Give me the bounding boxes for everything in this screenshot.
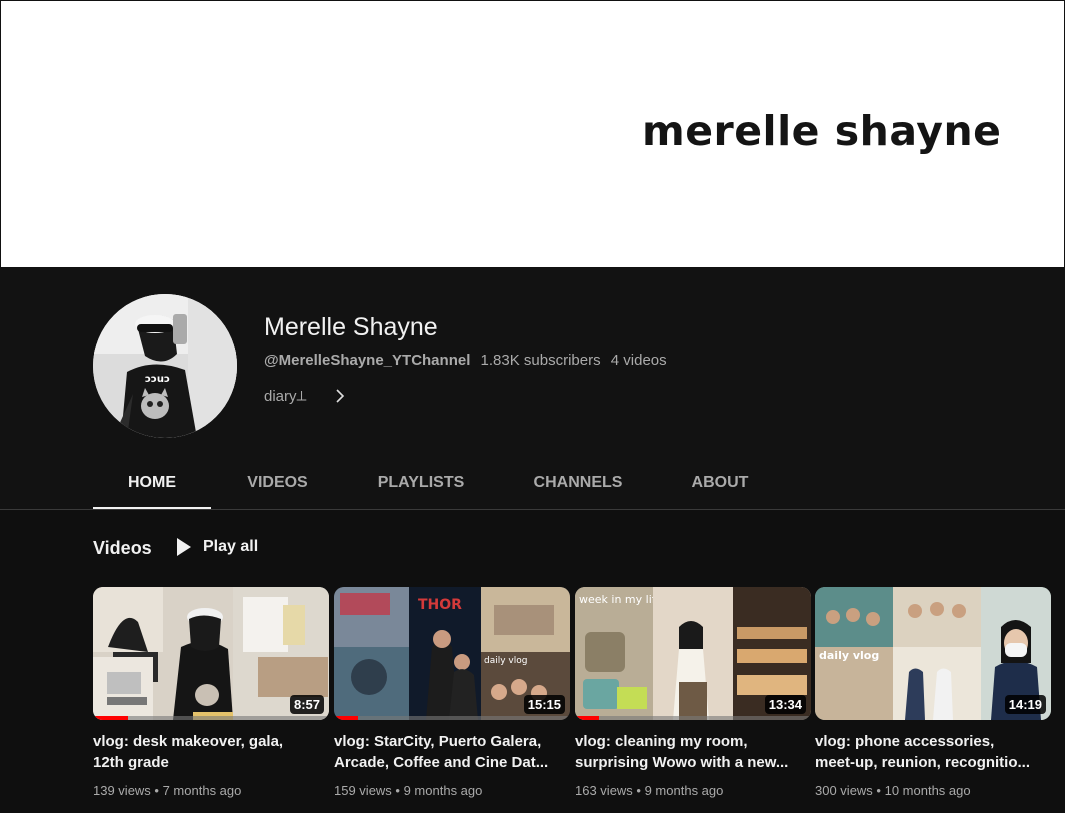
chevron-right-icon [335, 389, 344, 403]
svg-text:daily vlog: daily vlog [819, 649, 879, 662]
channel-name: Merelle Shayne [264, 313, 438, 341]
video-thumbnail[interactable]: daily vlog 14:19 [815, 587, 1051, 720]
channel-tabs: HOME VIDEOS PLAYLISTS CHANNELS ABOUT [93, 464, 782, 510]
watch-progress-track [575, 716, 811, 720]
tab-home[interactable]: HOME [93, 464, 211, 510]
view-count: 139 views [93, 783, 151, 798]
watch-progress [334, 716, 358, 720]
video-title[interactable]: vlog: phone accessories, meet-up, reunio… [815, 731, 1051, 773]
banner-title: merelle shayne [642, 107, 1002, 155]
subscriber-count: 1.83K subscribers [480, 352, 601, 369]
video-card[interactable]: week in my life! 13:34 vlog: cleaning my… [575, 587, 811, 798]
upload-age: 9 months ago [403, 783, 483, 798]
video-count: 4 videos [610, 352, 667, 369]
video-thumbnail[interactable]: 8:57 [93, 587, 329, 720]
video-duration: 15:15 [523, 695, 565, 714]
channel-header: ɔɔuɔ Merelle Shayne @MerelleShayne_YTCha… [0, 268, 1065, 510]
upload-age: 9 months ago [644, 783, 724, 798]
tab-channels[interactable]: CHANNELS [498, 464, 658, 510]
play-all-button[interactable]: Play all [175, 537, 258, 557]
video-meta: 159 views • 9 months ago [334, 783, 483, 798]
video-card[interactable]: 8:57 vlog: desk makeover, gala, 12th gra… [93, 587, 329, 798]
video-thumbnail[interactable]: THOR daily vlog 15:15 [334, 587, 570, 720]
upload-age: 10 months ago [884, 783, 971, 798]
channel-meta: @MerelleShayne_YTChannel 1.83K subscribe… [264, 352, 673, 369]
videos-section: Videos Play all 8:57 vlog: desk makeover… [0, 510, 1065, 813]
video-thumbnail[interactable]: week in my life! 13:34 [575, 587, 811, 720]
watch-progress-track [334, 716, 570, 720]
video-meta: 300 views • 10 months ago [815, 783, 971, 798]
video-card[interactable]: daily vlog 14:19 vlog: phone accessories… [815, 587, 1051, 798]
svg-text:daily vlog: daily vlog [484, 656, 527, 666]
video-card[interactable]: THOR daily vlog 15:15 vlog: StarCity, Pu… [334, 587, 570, 798]
svg-text:ɔɔuɔ: ɔɔuɔ [145, 374, 170, 385]
video-duration: 8:57 [289, 695, 324, 714]
video-duration: 13:34 [764, 695, 806, 714]
play-icon [177, 538, 191, 556]
channel-banner: merelle shayne [0, 0, 1065, 268]
tab-about[interactable]: ABOUT [658, 464, 782, 510]
watch-progress [93, 716, 129, 720]
channel-avatar[interactable]: ɔɔuɔ [93, 294, 237, 438]
svg-text:THOR: THOR [418, 597, 462, 613]
tab-playlists[interactable]: PLAYLISTS [344, 464, 498, 510]
video-title[interactable]: vlog: cleaning my room, surprising Wowo … [575, 731, 811, 773]
channel-handle: @MerelleShayne_YTChannel [264, 352, 471, 369]
video-meta: 139 views • 7 months ago [93, 783, 242, 798]
upload-age: 7 months ago [162, 783, 242, 798]
channel-description[interactable]: diary⟂ [264, 387, 349, 405]
video-duration: 14:19 [1004, 695, 1046, 714]
video-meta: 163 views • 9 months ago [575, 783, 724, 798]
channel-description-text: diary⟂ [264, 387, 307, 405]
tab-videos[interactable]: VIDEOS [211, 464, 344, 510]
watch-progress-track [93, 716, 329, 720]
video-title[interactable]: vlog: desk makeover, gala, 12th grade [93, 731, 329, 773]
watch-progress [575, 716, 599, 720]
video-title[interactable]: vlog: StarCity, Puerto Galera, Arcade, C… [334, 731, 570, 773]
section-title[interactable]: Videos [93, 538, 152, 559]
view-count: 159 views [334, 783, 392, 798]
play-all-label: Play all [203, 538, 259, 555]
view-count: 163 views [575, 783, 633, 798]
view-count: 300 views [815, 783, 873, 798]
